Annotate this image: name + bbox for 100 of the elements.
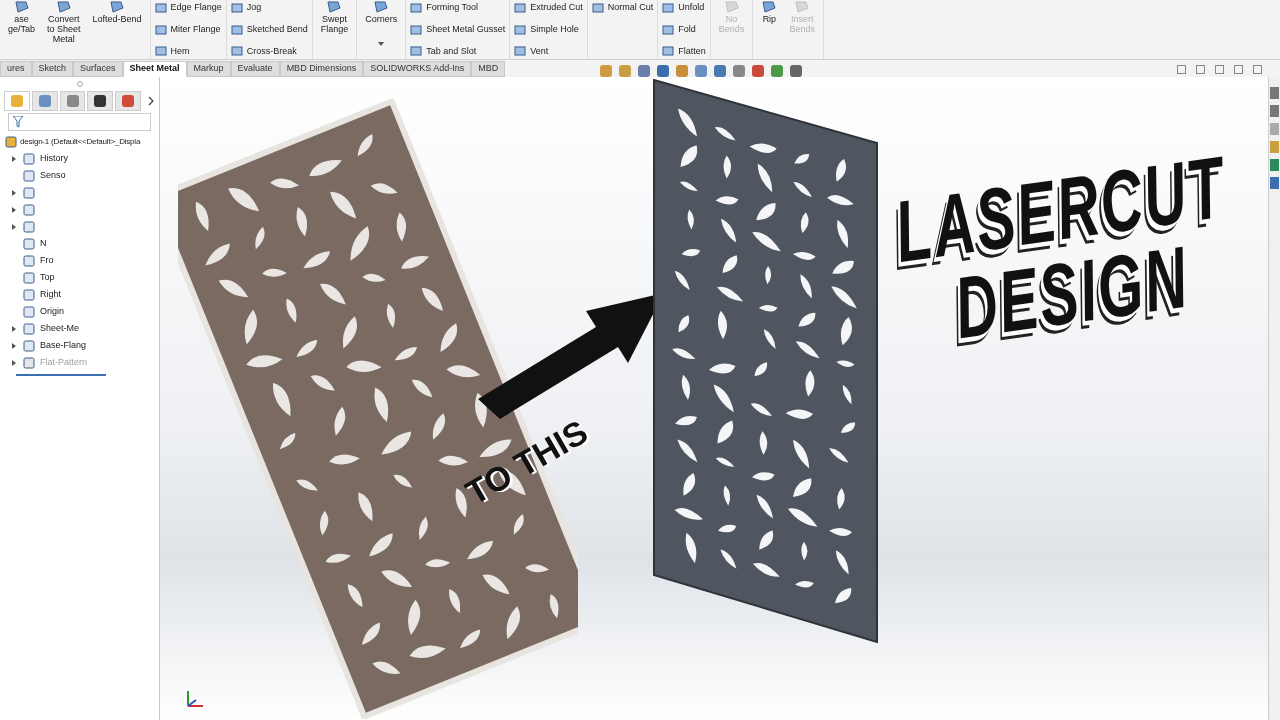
ribbon-button[interactable]: Unfold xyxy=(662,1,706,15)
tree-item[interactable]: Base-Flang xyxy=(0,337,159,354)
tool-icon xyxy=(514,45,527,58)
view-tool-icon[interactable] xyxy=(733,65,745,77)
tree-item[interactable]: Right xyxy=(0,286,159,303)
axis-triad-icon xyxy=(184,688,206,710)
ribbon-tab[interactable]: SOLIDWORKS Add-Ins xyxy=(363,61,472,77)
ribbon-button[interactable]: Sketched Bend xyxy=(230,22,308,37)
tool-icon xyxy=(662,45,675,58)
feature-icon xyxy=(22,253,36,268)
ribbon-tab[interactable]: Sketch xyxy=(31,61,74,77)
tree-item[interactable]: N xyxy=(0,235,159,252)
view-tool-icon[interactable] xyxy=(619,65,631,77)
view-tool-icon[interactable] xyxy=(752,65,764,77)
expand-arrow-icon[interactable] xyxy=(12,342,16,349)
ribbon-button[interactable]: Hem xyxy=(154,44,222,58)
ribbon-tab[interactable]: MBD xyxy=(471,61,506,77)
tab-icon xyxy=(66,95,79,107)
tool-icon xyxy=(154,23,167,36)
view-tool-icon[interactable] xyxy=(695,65,707,77)
tree-item-label: Flat-Pattern xyxy=(40,355,88,369)
feature-icon xyxy=(22,355,36,370)
tree-item[interactable]: Fro xyxy=(0,252,159,269)
tree-item[interactable]: Senso xyxy=(0,167,159,184)
tool-icon xyxy=(230,23,243,36)
expand-arrow-icon[interactable] xyxy=(12,155,16,162)
ribbon-button[interactable]: Lofted-Bend xyxy=(88,0,146,24)
feature-icon xyxy=(22,202,36,217)
tree-item-label: Senso xyxy=(40,168,66,182)
ribbon-tab[interactable]: MBD Dimensions xyxy=(279,61,364,77)
tool-icon xyxy=(154,1,167,14)
tool-icon xyxy=(761,0,778,14)
expand-arrow-icon[interactable] xyxy=(12,325,16,332)
view-tool-icon[interactable] xyxy=(657,65,669,77)
ribbon-button[interactable]: Swept Flange xyxy=(316,0,353,34)
view-tool-icon[interactable] xyxy=(600,65,612,77)
ribbon-button[interactable]: Cross-Break xyxy=(230,44,308,58)
expand-arrow-icon[interactable] xyxy=(12,223,16,230)
ribbon-button[interactable]: Flatten xyxy=(662,44,706,58)
tab-icon xyxy=(10,95,23,107)
tab-icon xyxy=(38,95,51,107)
tree-item[interactable]: History xyxy=(0,150,159,167)
ribbon-button[interactable]: Simple Hole xyxy=(514,22,583,37)
tool-icon xyxy=(410,1,423,14)
ribbon-tab[interactable]: Surfaces xyxy=(73,61,123,77)
feature-icon xyxy=(22,270,36,285)
panel-tab[interactable] xyxy=(87,91,114,111)
ribbon-button[interactable]: Jog xyxy=(230,1,308,15)
tree-root-label[interactable]: design-1 (Default<<Default>_Displa xyxy=(20,136,141,148)
tree-item-label: Fro xyxy=(40,253,54,267)
expand-arrow-icon[interactable] xyxy=(12,189,16,196)
ribbon-button[interactable]: Miter Flange xyxy=(154,22,222,37)
ribbon-tab[interactable]: Sheet Metal xyxy=(122,61,187,77)
tool-icon xyxy=(514,1,527,14)
tool-icon xyxy=(514,23,527,36)
to-this-caption: TO THIS xyxy=(458,411,595,514)
filter-icon xyxy=(13,116,23,128)
ribbon-button[interactable]: Convert to Sheet Metal xyxy=(43,0,85,44)
part-icon xyxy=(4,135,18,149)
tool-icon xyxy=(410,23,423,36)
tree-item-label: Top xyxy=(40,270,55,284)
ribbon-tab[interactable]: Evaluate xyxy=(230,61,280,77)
tool-icon xyxy=(154,45,167,58)
tool-icon xyxy=(326,0,343,14)
tool-icon xyxy=(13,0,30,14)
ribbon-button[interactable]: Vent xyxy=(514,44,583,58)
view-tool-icon[interactable] xyxy=(676,65,688,77)
tool-icon xyxy=(662,23,675,36)
chevron-right-icon[interactable] xyxy=(147,96,155,106)
tool-icon xyxy=(230,1,243,14)
tree-item[interactable]: Sheet-Me xyxy=(0,320,159,337)
tool-icon xyxy=(109,0,126,14)
tree-item[interactable]: Origin xyxy=(0,303,159,320)
tree-item-label: N xyxy=(40,236,47,250)
ribbon-button[interactable]: Forming Tool xyxy=(410,1,506,15)
view-tool-icon[interactable] xyxy=(771,65,783,77)
ribbon-button[interactable]: Corners xyxy=(361,0,402,46)
tool-icon xyxy=(373,0,390,14)
ribbon-button[interactable]: Normal Cut xyxy=(591,1,654,15)
feature-icon xyxy=(22,236,36,251)
tool-icon xyxy=(55,0,72,14)
filter-field[interactable] xyxy=(8,113,151,131)
view-tool-icon[interactable] xyxy=(714,65,726,77)
view-tool-icon[interactable] xyxy=(638,65,650,77)
ribbon-button[interactable]: Fold xyxy=(662,22,706,37)
ribbon-button[interactable]: Rip xyxy=(757,0,782,24)
feature-icon xyxy=(22,321,36,336)
ribbon-button[interactable]: Sheet Metal Gusset xyxy=(410,22,506,37)
ribbon-button[interactable]: ase ge/Tab xyxy=(4,0,40,34)
tree-item-label: Right xyxy=(40,287,61,301)
ribbon-tab[interactable]: ures xyxy=(0,61,32,77)
ribbon-button[interactable]: Tab and Slot xyxy=(410,44,506,58)
view-tool-icon[interactable] xyxy=(790,65,802,77)
feature-icon xyxy=(22,304,36,319)
ribbon-button[interactable]: Extruded Cut xyxy=(514,1,583,15)
tool-icon xyxy=(230,45,243,58)
tree-item[interactable]: Top xyxy=(0,269,159,286)
expand-arrow-icon[interactable] xyxy=(12,206,16,213)
ribbon-button[interactable]: Edge Flange xyxy=(154,1,222,15)
ribbon-tab[interactable]: Markup xyxy=(186,61,231,77)
